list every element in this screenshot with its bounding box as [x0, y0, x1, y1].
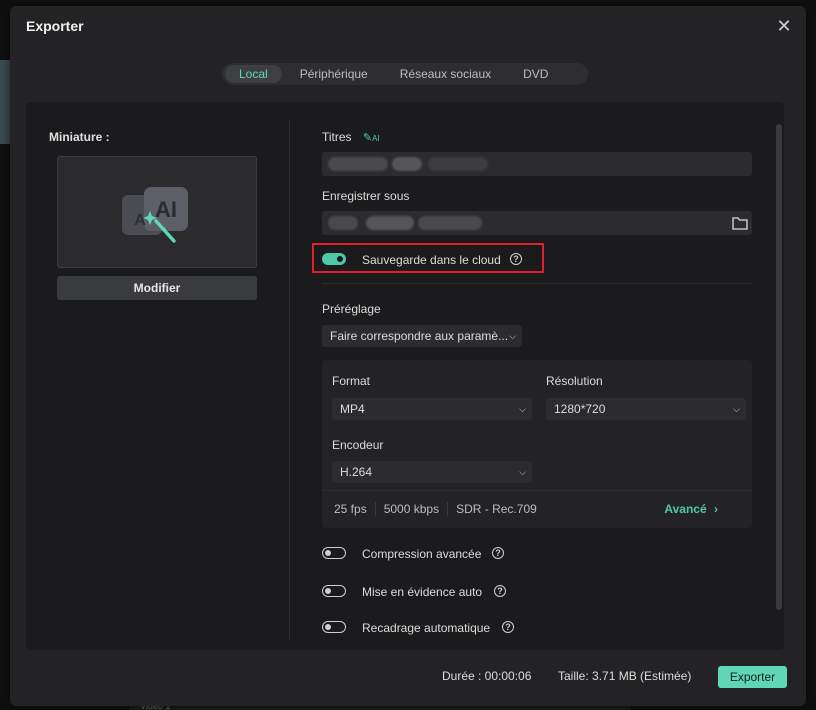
preset-label: Préréglage — [322, 302, 381, 316]
format-value: MP4 — [340, 402, 365, 416]
output-stats: 25 fps 5000 kbps SDR - Rec.709 — [334, 502, 545, 516]
title-input[interactable] — [322, 152, 752, 176]
chevron-down-icon: ⌵ — [509, 331, 516, 341]
cloud-help-icon[interactable]: ? — [510, 253, 522, 265]
chevron-down-icon: ⌵ — [519, 404, 526, 414]
export-dialog: Exporter ✕ Local Périphérique Réseaux so… — [10, 6, 806, 706]
chevron-right-icon: › — [714, 502, 718, 516]
vertical-divider — [289, 120, 290, 640]
tab-dvd[interactable]: DVD — [509, 65, 562, 83]
chevron-down-icon: ⌵ — [733, 404, 740, 414]
redacted-text — [328, 157, 388, 171]
encoder-label: Encodeur — [332, 438, 384, 452]
save-as-label: Enregistrer sous — [322, 189, 410, 203]
resolution-select[interactable]: 1280*720 ⌵ — [546, 398, 746, 420]
thumbnail-preview[interactable]: AI A — [57, 156, 257, 268]
modify-thumbnail-button[interactable]: Modifier — [57, 276, 257, 300]
tab-peripherique[interactable]: Périphérique — [286, 65, 382, 83]
ai-image-icon: AI A — [122, 187, 188, 243]
redacted-text — [428, 157, 488, 171]
color-space-value: SDR - Rec.709 — [447, 502, 545, 516]
ai-pen-text: AI — [372, 134, 380, 143]
svg-text:AI: AI — [155, 197, 177, 222]
scrollbar[interactable] — [776, 124, 782, 610]
redacted-text — [328, 216, 358, 230]
file-size-text: Taille: 3.71 MB (Estimée) — [558, 669, 692, 683]
advanced-label: Avancé — [664, 502, 707, 516]
redacted-text — [418, 216, 482, 230]
titles-label-text: Titres — [322, 130, 352, 144]
auto-reframe-help-icon[interactable]: ? — [502, 621, 514, 633]
format-label: Format — [332, 374, 371, 388]
export-settings-panel: Miniature : AI A Modifier Titres ✎AI Enr… — [26, 102, 784, 650]
export-tabs: Local Périphérique Réseaux sociaux DVD — [222, 63, 588, 85]
save-path-input[interactable] — [322, 211, 752, 235]
auto-highlight-toggle[interactable] — [322, 585, 346, 597]
tab-reseaux-sociaux[interactable]: Réseaux sociaux — [386, 65, 505, 83]
auto-highlight-label: Mise en évidence auto — [362, 585, 483, 599]
export-button[interactable]: Exporter — [718, 666, 787, 688]
titles-label: Titres ✎AI — [322, 130, 380, 144]
format-divider — [322, 490, 752, 491]
auto-reframe-toggle[interactable] — [322, 621, 346, 633]
thumbnail-label: Miniature : — [49, 130, 110, 144]
resolution-label: Résolution — [546, 374, 603, 388]
tab-local[interactable]: Local — [225, 65, 282, 83]
resolution-value: 1280*720 — [554, 402, 606, 416]
format-settings-box: Format MP4 ⌵ Résolution 1280*720 ⌵ Encod… — [322, 360, 752, 528]
auto-reframe-label: Recadrage automatique — [362, 621, 491, 635]
chevron-down-icon: ⌵ — [519, 467, 526, 477]
svg-text:A: A — [134, 212, 146, 229]
auto-highlight-help-icon[interactable]: ? — [494, 585, 506, 597]
preset-select[interactable]: Faire correspondre aux paramè... ⌵ — [322, 325, 522, 347]
advanced-settings-link[interactable]: Avancé › — [664, 502, 718, 516]
advanced-compression-help-icon[interactable]: ? — [492, 547, 504, 559]
cloud-backup-toggle[interactable] — [322, 253, 346, 265]
encoder-select[interactable]: H.264 ⌵ — [332, 461, 532, 483]
advanced-compression-toggle[interactable] — [322, 547, 346, 559]
preset-value: Faire correspondre aux paramè... — [330, 329, 509, 343]
bitrate-value: 5000 kbps — [374, 502, 447, 516]
fps-value: 25 fps — [334, 502, 367, 516]
cloud-backup-label: Sauvegarde dans le cloud — [362, 253, 501, 267]
background-thumbnail-strip — [0, 60, 10, 144]
folder-icon[interactable] — [732, 216, 748, 230]
redacted-text — [366, 216, 414, 230]
advanced-compression-label: Compression avancée — [362, 547, 482, 561]
redacted-text — [392, 157, 422, 171]
format-select[interactable]: MP4 ⌵ — [332, 398, 532, 420]
duration-text: Durée : 00:00:06 — [442, 669, 532, 683]
dialog-title: Exporter — [26, 18, 84, 34]
encoder-value: H.264 — [340, 465, 373, 479]
close-icon[interactable]: ✕ — [774, 16, 794, 36]
ai-pen-icon[interactable]: ✎AI — [363, 132, 380, 144]
horizontal-divider — [322, 283, 752, 284]
